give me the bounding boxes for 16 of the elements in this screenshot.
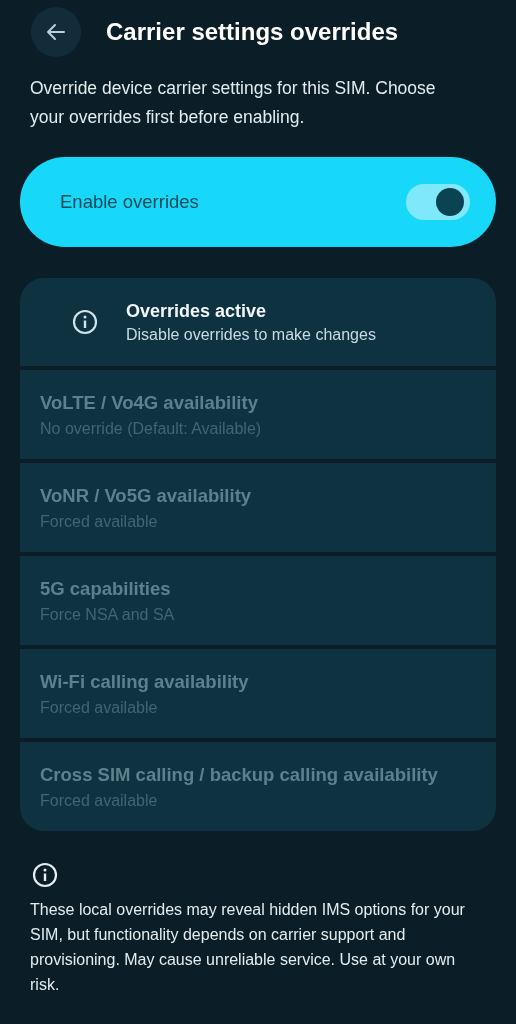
setting-title: VoNR / Vo5G availability — [40, 484, 253, 507]
toggle-switch[interactable] — [406, 184, 470, 220]
info-icon — [71, 308, 99, 336]
enable-overrides-row[interactable]: Enable overrides — [20, 157, 496, 247]
notice-title: Overrides active — [126, 300, 268, 322]
back-button[interactable] — [31, 7, 81, 57]
info-icon — [31, 861, 59, 889]
setting-title: VoLTE / Vo4G availability — [40, 391, 259, 414]
switch-label: Enable overrides — [60, 191, 199, 213]
notice-subtitle: Disable overrides to make changes — [126, 325, 376, 344]
disclaimer-text: These local overrides may reveal hidden IMS options for your SIM, but functionality depends on carrier support and provisioning. May cause unreliable service. Use at your own risk. — [30, 900, 466, 995]
setting-title: 5G capabilities — [40, 577, 172, 600]
setting-title: Cross SIM calling / backup calling availability — [40, 763, 439, 786]
setting-title: Wi-Fi calling availability — [40, 670, 250, 693]
description-text: Override device carrier settings for this SIM. Choose your overrides first before enabling. — [30, 77, 437, 129]
page-title: Carrier settings overrides — [106, 18, 399, 46]
